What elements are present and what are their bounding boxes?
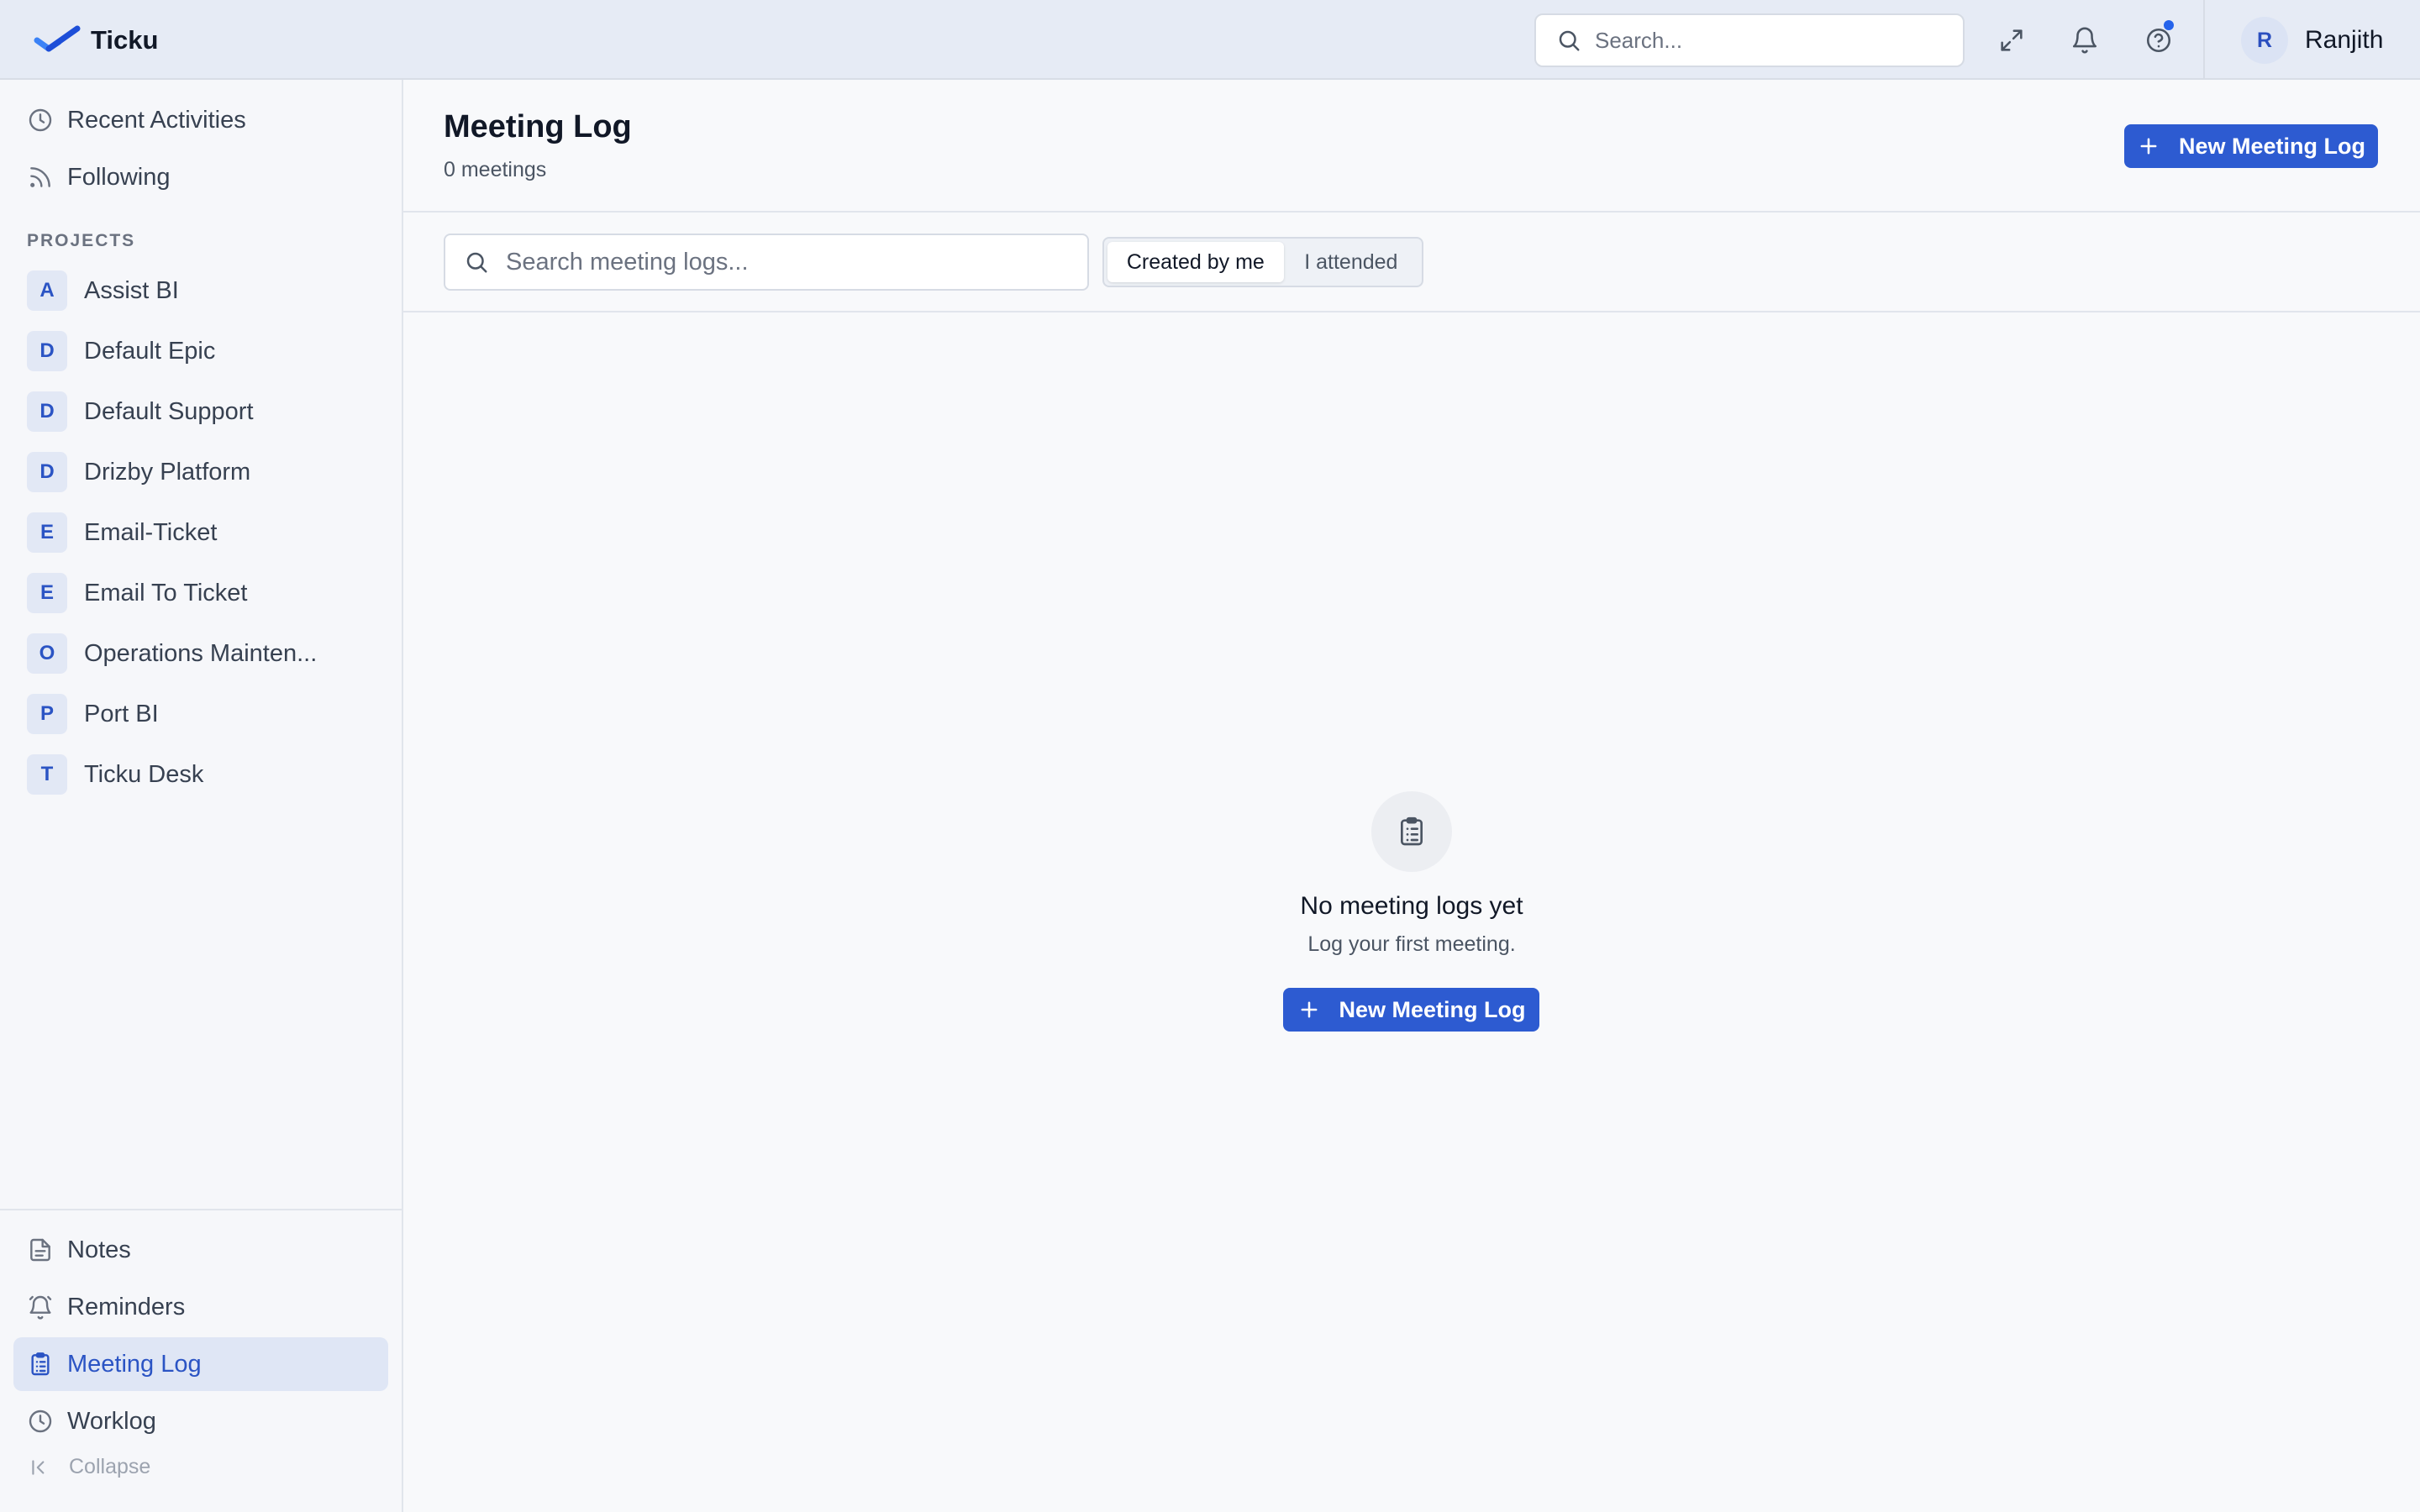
global-search[interactable] (1534, 13, 1965, 67)
filter-toggle: Created by me I attended (1102, 237, 1423, 287)
button-label: New Meeting Log (1339, 996, 1526, 1022)
plus-icon (2140, 138, 2157, 155)
search-icon (466, 252, 487, 273)
empty-state-new-meeting-log-button[interactable]: New Meeting Log (1283, 988, 1539, 1032)
help-icon (2146, 28, 2171, 53)
clock-icon (29, 1410, 52, 1433)
top-divider (2203, 0, 2205, 80)
clipboard-list-icon (31, 1352, 50, 1376)
sidebar-item-reminders[interactable]: Reminders (13, 1280, 388, 1334)
sidebar-item-recent-activities[interactable]: Recent Activities (13, 93, 388, 147)
project-item-port-bi[interactable]: P Port BI (27, 694, 159, 734)
project-name: Assist BI (84, 276, 179, 304)
project-item-default-support[interactable]: D Default Support (27, 391, 254, 432)
empty-state-title: No meeting logs yet (1300, 892, 1523, 920)
rss-icon (30, 167, 50, 187)
project-badge: E (27, 512, 67, 553)
meeting-count: 0 meetings (444, 158, 547, 181)
sidebar-item-label: Meeting Log (67, 1350, 202, 1378)
clipboard-list-icon (1401, 816, 1423, 846)
project-name: Email To Ticket (84, 579, 248, 606)
project-name: Default Epic (84, 337, 216, 365)
file-text-icon (30, 1238, 50, 1262)
project-item-drizby-platform[interactable]: D Drizby Platform (27, 452, 250, 492)
sidebar-item-label: Notes (67, 1236, 131, 1263)
meeting-log-search-input[interactable] (506, 248, 1077, 276)
user-menu[interactable]: R Ranjith (2241, 17, 2383, 64)
projects-section-label: PROJECTS (27, 231, 136, 250)
project-name: Operations Mainten... (84, 639, 318, 667)
toolbar-divider (403, 311, 2420, 312)
collapse-label: Collapse (69, 1455, 151, 1478)
avatar: R (2241, 17, 2288, 64)
header-divider (403, 211, 2420, 213)
sidebar-divider (0, 1209, 402, 1210)
filter-i-attended[interactable]: I attended (1284, 242, 1418, 282)
expand-icon (2001, 29, 2023, 51)
project-badge: A (27, 270, 67, 311)
project-name: Drizby Platform (84, 458, 251, 486)
plus-icon (1301, 1001, 1317, 1018)
project-item-ticku-desk[interactable]: T Ticku Desk (27, 754, 203, 795)
user-name: Ranjith (2305, 26, 2384, 54)
clock-icon (29, 108, 52, 132)
sidebar-item-label: Recent Activities (67, 106, 246, 134)
sidebar-item-label: Worklog (67, 1407, 156, 1435)
project-item-email-ticket[interactable]: E Email-Ticket (27, 512, 217, 553)
search-icon (1559, 30, 1580, 51)
project-badge: D (27, 452, 67, 492)
empty-state-icon-circle (1371, 791, 1452, 872)
notifications-button[interactable] (2066, 22, 2103, 59)
collapse-sidebar-button[interactable]: Collapse (29, 1455, 150, 1479)
expand-button[interactable] (1993, 22, 2030, 59)
project-badge: O (27, 633, 67, 674)
sidebar-item-meeting-log[interactable]: Meeting Log (13, 1337, 388, 1391)
project-item-assist-bi[interactable]: A Assist BI (27, 270, 179, 311)
project-name: Default Support (84, 397, 254, 425)
new-meeting-log-button[interactable]: New Meeting Log (2124, 124, 2378, 168)
project-item-email-to-ticket[interactable]: E Email To Ticket (27, 573, 247, 613)
meeting-log-search[interactable] (444, 234, 1089, 291)
project-badge: D (27, 391, 67, 432)
collapse-left-icon (32, 1459, 45, 1475)
project-badge: P (27, 694, 67, 734)
project-badge: T (27, 754, 67, 795)
project-item-default-epic[interactable]: D Default Epic (27, 331, 215, 371)
help-button[interactable] (2140, 20, 2177, 59)
project-badge: E (27, 573, 67, 613)
app-name: Ticku (91, 25, 159, 55)
top-bar: Ticku R Ranjith (0, 0, 2420, 80)
sidebar-item-label: Reminders (67, 1293, 186, 1320)
notification-dot (2164, 20, 2174, 30)
filter-created-by-me[interactable]: Created by me (1107, 242, 1284, 282)
bell-icon (2072, 27, 2097, 54)
button-label: New Meeting Log (2179, 133, 2365, 159)
project-badge: D (27, 331, 67, 371)
empty-state-subtitle: Log your first meeting. (1307, 932, 1516, 956)
sidebar-item-label: Following (67, 163, 171, 191)
sidebar-item-notes[interactable]: Notes (13, 1223, 388, 1277)
global-search-input[interactable] (1595, 27, 1948, 54)
sidebar-item-following[interactable]: Following (13, 150, 388, 204)
ticku-logo-icon (34, 25, 81, 52)
brand[interactable]: Ticku (34, 22, 158, 59)
sidebar-item-worklog[interactable]: Worklog (13, 1394, 388, 1448)
project-name: Port BI (84, 700, 159, 727)
project-name: Email-Ticket (84, 518, 218, 546)
page-title: Meeting Log (444, 109, 632, 144)
sidebar: Recent Activities Following PROJECTS A A… (0, 80, 403, 1512)
project-name: Ticku Desk (84, 760, 204, 788)
alarm-icon (29, 1295, 52, 1320)
project-item-operations-maintenance[interactable]: O Operations Mainten... (27, 633, 317, 674)
